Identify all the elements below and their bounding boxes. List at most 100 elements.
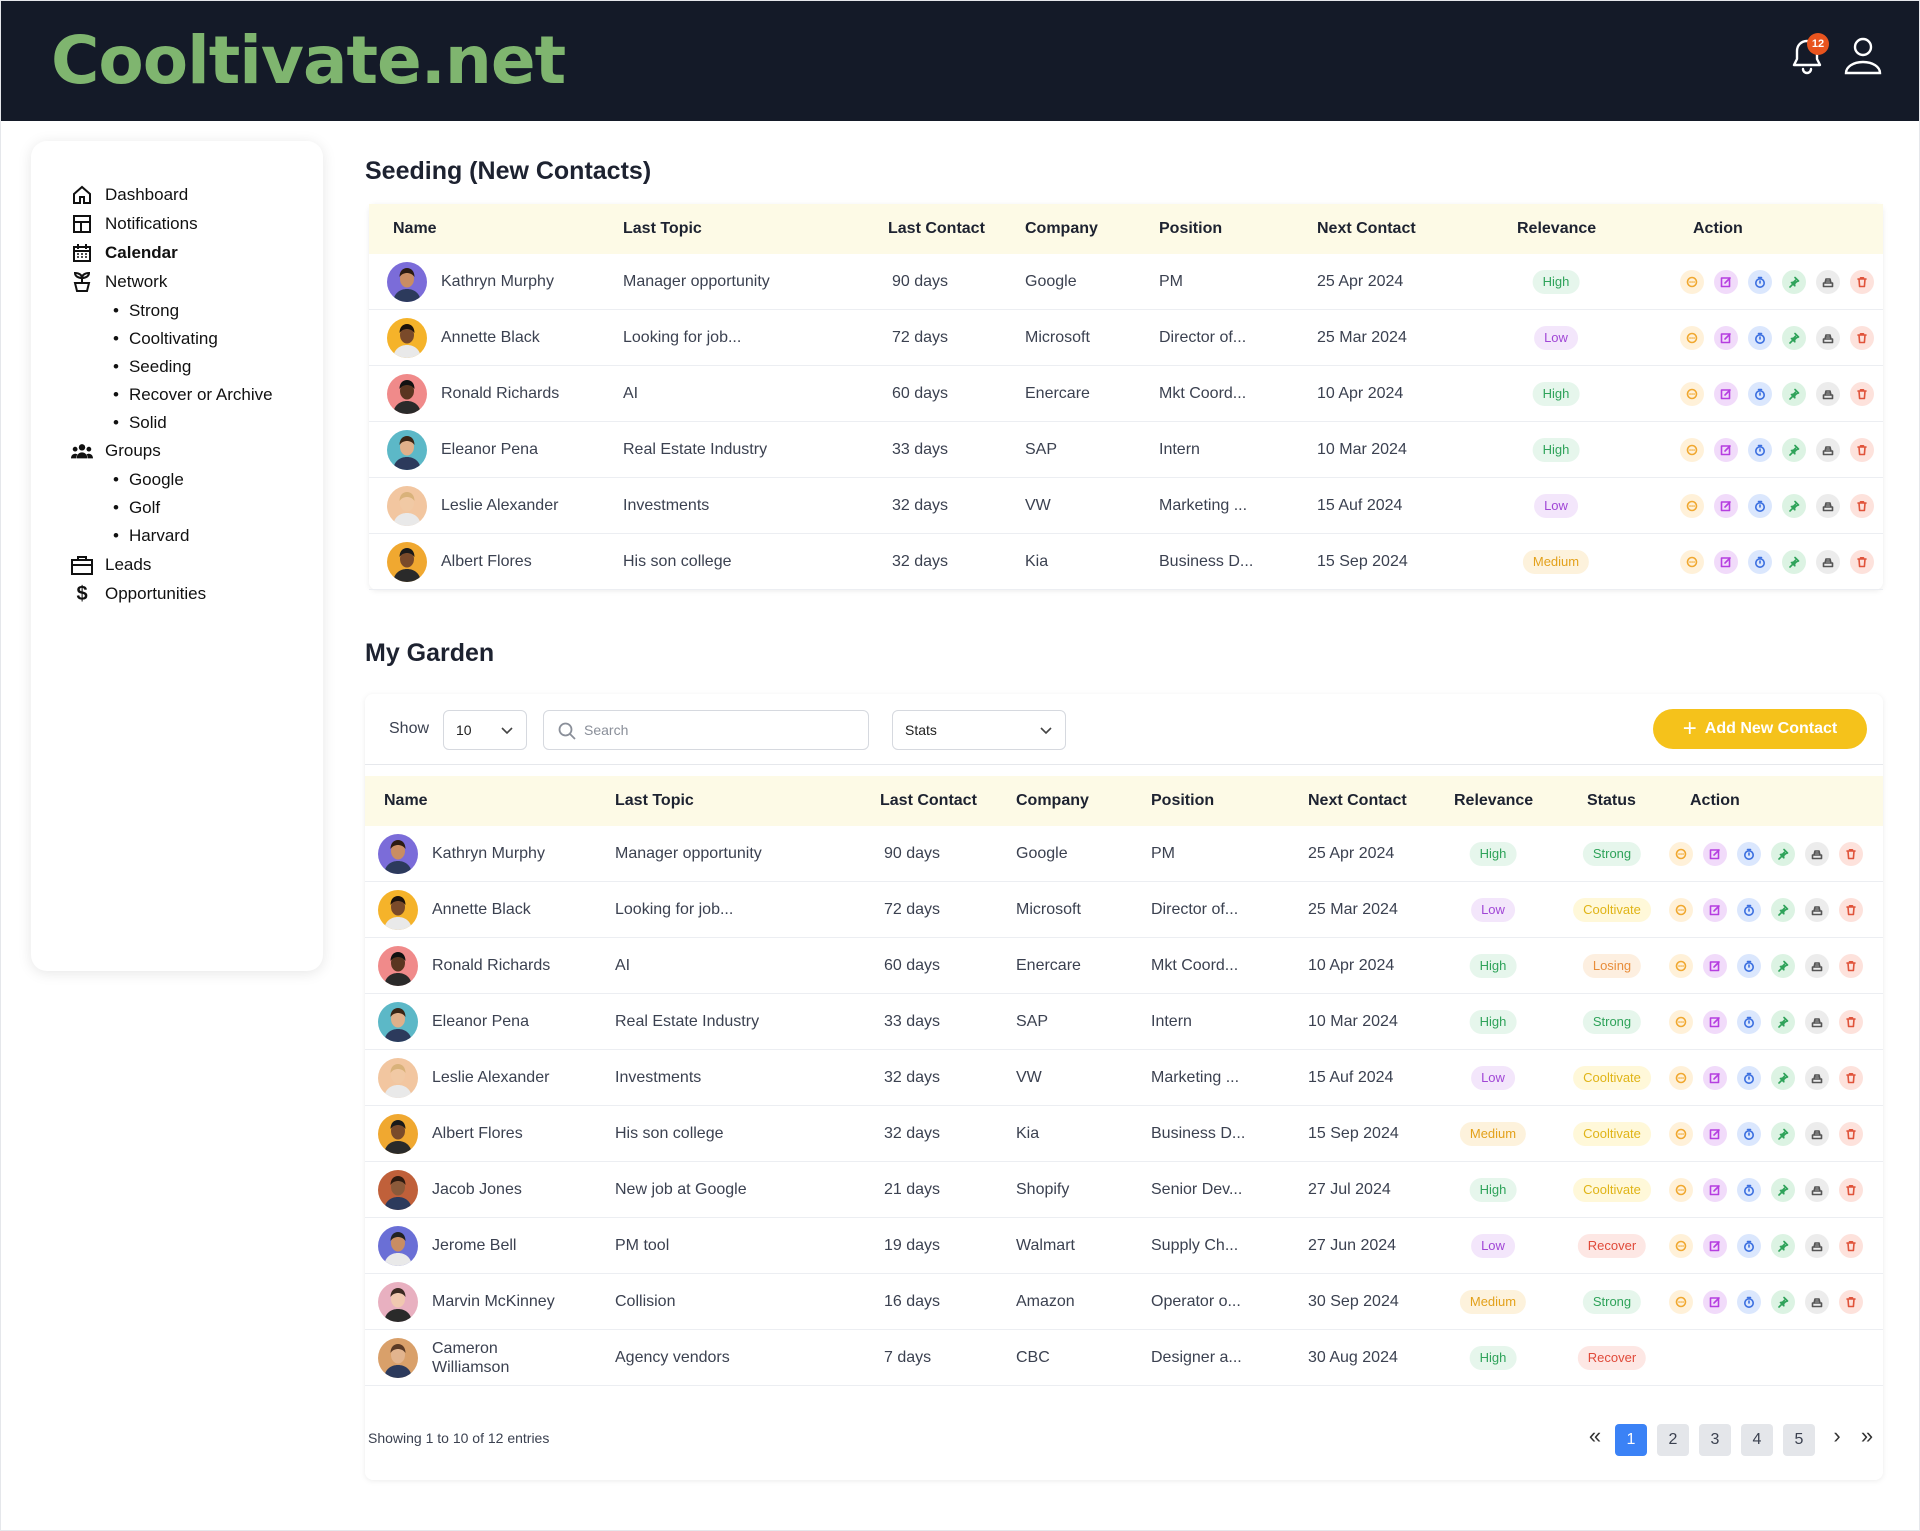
sidebar-item-leads[interactable]: Leads bbox=[71, 553, 151, 577]
trash-icon[interactable] bbox=[1839, 1234, 1863, 1258]
edit-icon[interactable] bbox=[1703, 898, 1727, 922]
user-icon[interactable] bbox=[1843, 35, 1883, 77]
table-row[interactable]: Leslie Alexander Investments 32 days VW Mark… bbox=[369, 478, 1883, 534]
contact-name[interactable]: Jerome Bell bbox=[432, 1218, 516, 1274]
chat-icon[interactable] bbox=[1680, 494, 1704, 518]
chat-icon[interactable] bbox=[1680, 438, 1704, 462]
contact-name[interactable]: Cameron Williamson bbox=[432, 1339, 542, 1395]
archive-icon[interactable] bbox=[1816, 270, 1840, 294]
trash-icon[interactable] bbox=[1850, 270, 1874, 294]
table-row[interactable]: Kathryn Murphy Manager opportunity 90 days… bbox=[369, 254, 1883, 310]
trash-icon[interactable] bbox=[1850, 382, 1874, 406]
edit-icon[interactable] bbox=[1714, 326, 1738, 350]
archive-icon[interactable] bbox=[1805, 1290, 1829, 1314]
chat-icon[interactable] bbox=[1680, 550, 1704, 574]
table-row[interactable]: Leslie Alexander Investments 32 days VW Mark… bbox=[365, 1050, 1883, 1106]
table-row[interactable]: Eleanor Pena Real Estate Industry 33 days S… bbox=[369, 422, 1883, 478]
edit-icon[interactable] bbox=[1703, 842, 1727, 866]
contact-name[interactable]: Kathryn Murphy bbox=[441, 254, 554, 310]
contact-name[interactable]: Annette Black bbox=[432, 882, 531, 938]
sidebar-subitem-strong[interactable]: Strong bbox=[113, 299, 179, 323]
trash-icon[interactable] bbox=[1850, 550, 1874, 574]
timer-icon[interactable] bbox=[1737, 1122, 1761, 1146]
timer-icon[interactable] bbox=[1748, 326, 1772, 350]
archive-icon[interactable] bbox=[1816, 494, 1840, 518]
archive-icon[interactable] bbox=[1816, 438, 1840, 462]
pin-icon[interactable] bbox=[1771, 1234, 1795, 1258]
trash-icon[interactable] bbox=[1839, 1290, 1863, 1314]
edit-icon[interactable] bbox=[1703, 954, 1727, 978]
edit-icon[interactable] bbox=[1714, 270, 1738, 294]
stats-select[interactable]: Stats bbox=[892, 710, 1066, 750]
chat-icon[interactable] bbox=[1669, 1010, 1693, 1034]
page-4-button[interactable]: 4 bbox=[1741, 1424, 1773, 1456]
add-new-contact-button[interactable]: + Add New Contact bbox=[1653, 709, 1867, 749]
trash-icon[interactable] bbox=[1850, 438, 1874, 462]
chat-icon[interactable] bbox=[1680, 382, 1704, 406]
sidebar-item-groups[interactable]: Groups bbox=[71, 439, 161, 463]
contact-name[interactable]: Marvin McKinney bbox=[432, 1274, 555, 1330]
page-5-button[interactable]: 5 bbox=[1783, 1424, 1815, 1456]
timer-icon[interactable] bbox=[1748, 494, 1772, 518]
next-page-button[interactable]: › bbox=[1825, 1424, 1849, 1448]
archive-icon[interactable] bbox=[1805, 842, 1829, 866]
sidebar-subitem-google[interactable]: Google bbox=[113, 468, 184, 492]
edit-icon[interactable] bbox=[1703, 1178, 1727, 1202]
trash-icon[interactable] bbox=[1839, 898, 1863, 922]
table-row[interactable]: Annette Black Looking for job... 72 days Mi… bbox=[365, 882, 1883, 938]
table-row[interactable]: Kathryn Murphy Manager opportunity 90 days… bbox=[365, 826, 1883, 882]
table-row[interactable]: Ronald Richards AI 60 days Enercare Mkt Coor… bbox=[365, 938, 1883, 994]
edit-icon[interactable] bbox=[1714, 438, 1738, 462]
pin-icon[interactable] bbox=[1771, 1290, 1795, 1314]
chat-icon[interactable] bbox=[1669, 898, 1693, 922]
table-row[interactable]: Jacob Jones New job at Google 21 days Shopi… bbox=[365, 1162, 1883, 1218]
brand-logo[interactable]: Cooltivate.net bbox=[51, 23, 566, 99]
archive-icon[interactable] bbox=[1816, 382, 1840, 406]
search-input[interactable] bbox=[584, 722, 784, 738]
trash-icon[interactable] bbox=[1839, 1178, 1863, 1202]
timer-icon[interactable] bbox=[1737, 898, 1761, 922]
sidebar-item-calendar[interactable]: Calendar bbox=[71, 241, 178, 265]
page-3-button[interactable]: 3 bbox=[1699, 1424, 1731, 1456]
sidebar-item-notifications[interactable]: Notifications bbox=[71, 212, 198, 236]
timer-icon[interactable] bbox=[1737, 1066, 1761, 1090]
trash-icon[interactable] bbox=[1839, 954, 1863, 978]
edit-icon[interactable] bbox=[1703, 1290, 1727, 1314]
pin-icon[interactable] bbox=[1782, 550, 1806, 574]
page-2-button[interactable]: 2 bbox=[1657, 1424, 1689, 1456]
archive-icon[interactable] bbox=[1805, 1066, 1829, 1090]
sidebar-subitem-harvard[interactable]: Harvard bbox=[113, 524, 189, 548]
sidebar-subitem-solid[interactable]: Solid bbox=[113, 411, 167, 435]
contact-name[interactable]: Ronald Richards bbox=[441, 366, 559, 422]
sidebar-subitem-golf[interactable]: Golf bbox=[113, 496, 160, 520]
chat-icon[interactable] bbox=[1669, 1178, 1693, 1202]
timer-icon[interactable] bbox=[1748, 270, 1772, 294]
contact-name[interactable]: Albert Flores bbox=[441, 534, 532, 590]
contact-name[interactable]: Leslie Alexander bbox=[432, 1050, 549, 1106]
sidebar-item-dashboard[interactable]: Dashboard bbox=[71, 183, 188, 207]
edit-icon[interactable] bbox=[1714, 494, 1738, 518]
archive-icon[interactable] bbox=[1805, 1010, 1829, 1034]
trash-icon[interactable] bbox=[1839, 1010, 1863, 1034]
show-entries-select[interactable]: 10 bbox=[443, 710, 527, 750]
table-row[interactable]: Albert Flores His son college 32 days Kia Bu… bbox=[369, 534, 1883, 590]
contact-name[interactable]: Eleanor Pena bbox=[432, 994, 529, 1050]
page-1-button[interactable]: 1 bbox=[1615, 1424, 1647, 1456]
sidebar-subitem-seeding[interactable]: Seeding bbox=[113, 355, 191, 379]
table-row[interactable]: Albert Flores His son college 32 days Kia Bu… bbox=[365, 1106, 1883, 1162]
pin-icon[interactable] bbox=[1782, 438, 1806, 462]
archive-icon[interactable] bbox=[1805, 1122, 1829, 1146]
pin-icon[interactable] bbox=[1771, 1122, 1795, 1146]
timer-icon[interactable] bbox=[1737, 1178, 1761, 1202]
table-row[interactable]: Cameron Williamson Agency vendors 7 days CB… bbox=[365, 1330, 1883, 1386]
archive-icon[interactable] bbox=[1805, 1234, 1829, 1258]
trash-icon[interactable] bbox=[1839, 842, 1863, 866]
contact-name[interactable]: Jacob Jones bbox=[432, 1162, 522, 1218]
table-row[interactable]: Marvin McKinney Collision 16 days Amazon Ope… bbox=[365, 1274, 1883, 1330]
trash-icon[interactable] bbox=[1850, 326, 1874, 350]
archive-icon[interactable] bbox=[1805, 1178, 1829, 1202]
archive-icon[interactable] bbox=[1805, 898, 1829, 922]
pin-icon[interactable] bbox=[1771, 1010, 1795, 1034]
sidebar-subitem-cooltivating[interactable]: Cooltivating bbox=[113, 327, 218, 351]
archive-icon[interactable] bbox=[1816, 550, 1840, 574]
